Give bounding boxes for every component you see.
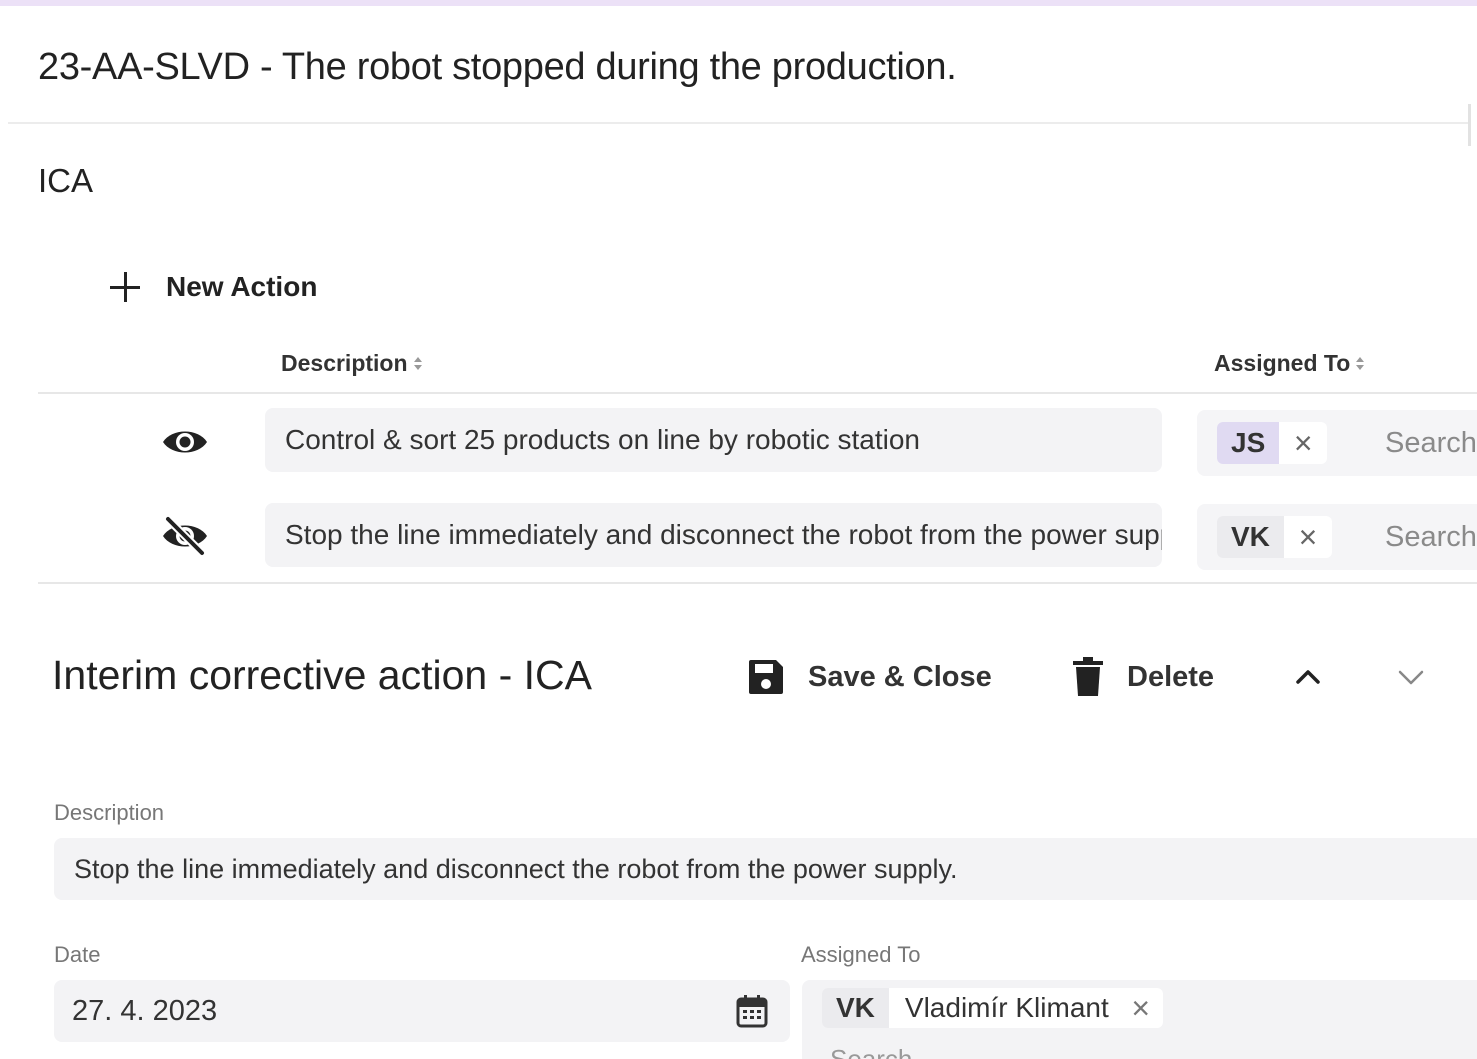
chevron-down-icon[interactable] [1394,660,1428,694]
date-label: Date [54,942,101,967]
description-field[interactable]: Stop the line immediately and disconnect… [54,838,1477,900]
assignee-search-input[interactable]: Search [1385,422,1477,464]
column-header-assigned-label: Assigned To [1214,350,1351,376]
new-action-button[interactable]: New Action [108,264,317,310]
action-description-field[interactable]: Control & sort 25 products on line by ro… [265,408,1162,472]
assigned-to-field[interactable]: VK Vladimír Klimant × Search [802,980,1477,1059]
eye-off-icon[interactable] [160,516,210,556]
save-close-label: Save & Close [808,660,992,693]
column-header-description-label: Description [281,350,408,376]
detail-title: Interim corrective action - ICA [52,652,592,698]
title-divider [8,122,1468,124]
column-header-assigned-to[interactable]: Assigned To [1214,350,1365,377]
assigned-to-label: Assigned To [801,942,921,967]
eye-icon[interactable] [160,422,210,462]
panel-edge [1468,104,1471,146]
assignee-chip: JS × [1217,422,1328,464]
table-bottom-divider [38,582,1477,584]
trash-icon [1073,657,1103,696]
remove-assignee-icon[interactable]: × [1284,516,1332,558]
plus-icon [108,270,142,304]
delete-label: Delete [1127,660,1215,693]
assignee-initials: VK [822,988,889,1028]
top-accent-bar [0,0,1477,6]
assignee-initials: VK [1217,516,1284,558]
calendar-icon[interactable] [736,994,768,1028]
date-field[interactable]: 27. 4. 2023 [54,980,790,1042]
assignee-chip: VK × [1217,516,1332,558]
column-header-description[interactable]: Description [281,350,422,377]
chevron-up-icon[interactable] [1291,660,1325,694]
sort-icon[interactable] [413,357,422,370]
assignee-search-input[interactable]: Search [830,1044,912,1059]
save-close-button[interactable]: Save & Close [746,654,992,700]
assignee-chip: VK Vladimír Klimant × [822,988,1163,1028]
action-description-field[interactable]: Stop the line immediately and disconnect… [265,503,1162,567]
page-title: 23-AA-SLVD - The robot stopped during th… [38,46,957,88]
assignee-field[interactable]: VK × Search [1197,504,1477,570]
assignee-search-input[interactable]: Search [1385,516,1477,558]
assignee-initials: JS [1217,422,1280,464]
description-label: Description [54,800,165,825]
table-header-divider [38,392,1477,394]
delete-button[interactable]: Delete [1071,654,1214,700]
remove-assignee-icon[interactable]: × [1279,422,1327,464]
sort-icon[interactable] [1356,357,1365,370]
save-icon [749,660,783,694]
date-value: 27. 4. 2023 [72,994,218,1027]
section-label: ICA [38,162,94,199]
new-action-label: New Action [166,271,318,302]
assignee-field[interactable]: JS × Search [1197,410,1477,476]
assignee-name: Vladimír Klimant [904,992,1109,1023]
remove-assignee-icon[interactable]: × [1119,988,1163,1028]
